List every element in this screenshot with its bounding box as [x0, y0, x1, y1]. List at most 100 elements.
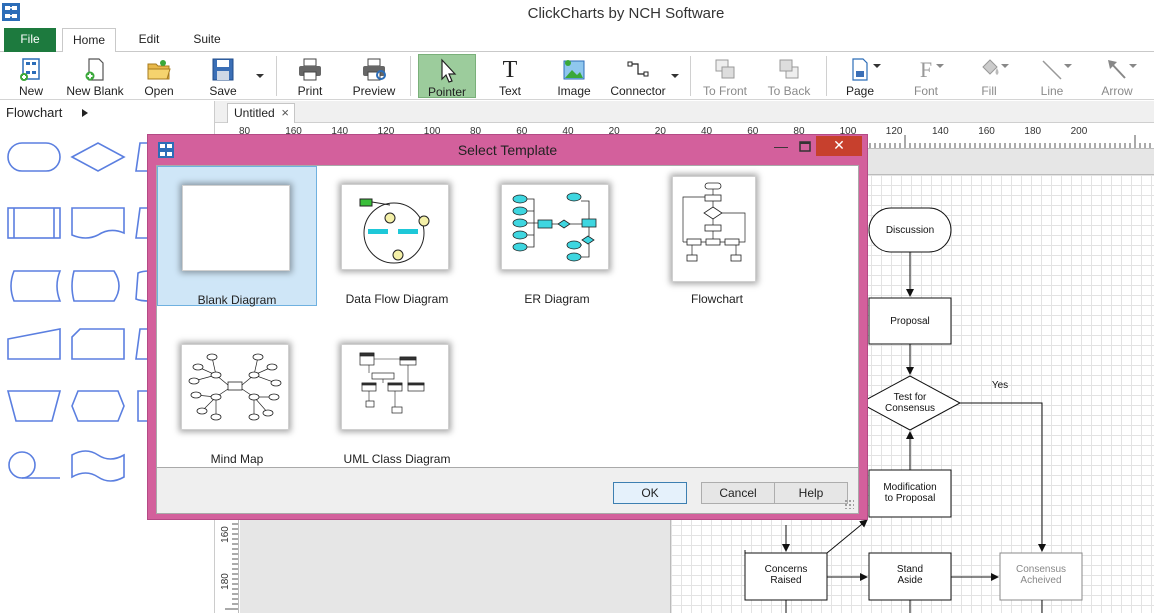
- template-label: ER Diagram: [524, 292, 590, 306]
- print-preview-icon: [363, 58, 386, 81]
- preview-button[interactable]: Preview: [348, 54, 400, 98]
- template-flowchart[interactable]: Flowchart: [637, 166, 797, 306]
- text-button[interactable]: T Text: [486, 54, 534, 98]
- open-button[interactable]: Open: [136, 54, 182, 98]
- category-expand-arrow-icon[interactable]: [82, 109, 88, 117]
- select-template-dialog: Select Template — ✕ Blank Diagram Data F…: [147, 134, 868, 520]
- connector-test-consensus[interactable]: [960, 402, 1046, 552]
- template-label: Mind Map: [210, 452, 264, 466]
- ribbon-toolbar: New New Blank Open Save Print Preview Po…: [0, 52, 1154, 100]
- image-icon: [563, 60, 585, 80]
- predefined-process-shape[interactable]: [7, 207, 61, 239]
- toolbar-separator: [690, 56, 691, 96]
- ruler-label: 120: [885, 126, 903, 137]
- ruler-label: 180: [219, 573, 231, 590]
- title-bar: ClickCharts by NCH Software: [0, 0, 1154, 28]
- stand-aside-label: Stand Aside: [896, 564, 924, 586]
- pointer-button[interactable]: Pointer: [418, 54, 476, 99]
- dialog-button-bar: OK Cancel Help: [156, 468, 859, 514]
- save-button[interactable]: Save: [198, 54, 248, 98]
- ruler-label: 140: [932, 126, 949, 137]
- yes-label: Yes: [991, 380, 1009, 391]
- printer-icon: [299, 58, 321, 81]
- toolbar-separator: [826, 56, 827, 96]
- line-style-icon: [1042, 60, 1062, 80]
- maximize-icon[interactable]: [794, 138, 816, 156]
- fill-dropdown-icon[interactable]: [1001, 64, 1009, 68]
- tab-suite[interactable]: Suite: [182, 28, 232, 52]
- stored-data-shape[interactable]: [10, 270, 62, 302]
- connector-button[interactable]: Connector: [606, 54, 670, 98]
- close-icon[interactable]: ✕: [816, 136, 862, 156]
- template-mind-map[interactable]: Mind Map: [157, 326, 317, 466]
- er-thumbnail: [501, 184, 609, 270]
- template-blank-diagram[interactable]: Blank Diagram: [157, 166, 317, 307]
- print-button[interactable]: Print: [286, 54, 334, 98]
- connector-dropdown-icon[interactable]: [671, 74, 679, 78]
- arrow-style-icon: [1108, 60, 1126, 79]
- template-gallery: Blank Diagram Data Flow Diagram ER Diagr…: [156, 165, 859, 468]
- page-dropdown-icon[interactable]: [873, 64, 881, 68]
- document-tab[interactable]: Untitled ×: [227, 103, 295, 123]
- template-label: Flowchart: [690, 292, 743, 306]
- toolbar-separator: [410, 56, 411, 96]
- uml-preview: [359, 352, 425, 414]
- manual-input-shape[interactable]: [7, 328, 61, 360]
- ruler-label: 160: [219, 526, 231, 543]
- line-button[interactable]: Line: [1028, 54, 1076, 98]
- connector-below-concerns: [785, 600, 1043, 613]
- punched-tape-shape[interactable]: [71, 450, 125, 482]
- resize-grip-icon[interactable]: [844, 499, 854, 509]
- new-blank-button[interactable]: New Blank: [66, 54, 124, 98]
- to-back-button[interactable]: To Back: [764, 54, 814, 98]
- dialog-title: Select Template: [457, 142, 558, 158]
- template-label: UML Class Diagram: [343, 452, 451, 466]
- display-shape[interactable]: [71, 390, 125, 422]
- fill-button[interactable]: Fill: [964, 54, 1014, 98]
- font-dropdown-icon[interactable]: [936, 64, 944, 68]
- discussion-label: Discussion: [885, 225, 935, 236]
- cancel-button[interactable]: Cancel: [701, 482, 775, 504]
- help-button[interactable]: Help: [774, 482, 848, 504]
- font-button[interactable]: F Font: [902, 54, 950, 98]
- proposal-label: Proposal: [890, 316, 930, 327]
- shape-category-label[interactable]: Flowchart: [6, 105, 62, 120]
- tab-edit[interactable]: Edit: [126, 28, 172, 52]
- toolbar-separator: [276, 56, 277, 96]
- page-button[interactable]: Page: [836, 54, 884, 98]
- arrow-dropdown-icon[interactable]: [1129, 64, 1137, 68]
- connector-concerns-modification[interactable]: [826, 519, 868, 554]
- line-dropdown-icon[interactable]: [1064, 64, 1072, 68]
- template-uml-class-diagram[interactable]: UML Class Diagram: [317, 326, 477, 466]
- tab-file[interactable]: File: [4, 28, 56, 52]
- data-flow-preview: [359, 198, 430, 264]
- er-preview: [512, 192, 597, 262]
- image-button[interactable]: Image: [550, 54, 598, 98]
- new-blank-icon: [85, 58, 104, 81]
- ruler-label: 180: [1024, 126, 1042, 137]
- font-icon: F: [919, 57, 933, 82]
- document-tab-strip: Untitled ×: [215, 101, 1154, 123]
- card-shape[interactable]: [71, 328, 125, 360]
- ok-button[interactable]: OK: [613, 482, 687, 504]
- ribbon-tabs: File Home Edit Suite: [0, 28, 1154, 53]
- connector-icon: [627, 61, 649, 77]
- minimize-icon[interactable]: —: [770, 138, 792, 156]
- delay-shape[interactable]: [71, 270, 120, 302]
- save-dropdown-icon[interactable]: [256, 74, 264, 78]
- terminator-shape[interactable]: [7, 142, 61, 172]
- mind-map-thumbnail: [181, 344, 289, 430]
- decision-shape[interactable]: [70, 142, 126, 172]
- template-data-flow-diagram[interactable]: Data Flow Diagram: [317, 166, 477, 306]
- manual-operation-shape[interactable]: [6, 390, 62, 422]
- sequential-data-shape[interactable]: [8, 451, 36, 479]
- blank-thumbnail: [182, 185, 290, 271]
- document-shape[interactable]: [71, 207, 125, 239]
- tab-home[interactable]: Home: [62, 28, 116, 53]
- new-button[interactable]: New: [8, 54, 54, 98]
- close-tab-icon[interactable]: ×: [281, 104, 289, 122]
- to-front-button[interactable]: To Front: [698, 54, 752, 98]
- arrow-button[interactable]: Arrow: [1092, 54, 1142, 98]
- template-er-diagram[interactable]: ER Diagram: [477, 166, 637, 306]
- template-label: Blank Diagram: [197, 293, 277, 307]
